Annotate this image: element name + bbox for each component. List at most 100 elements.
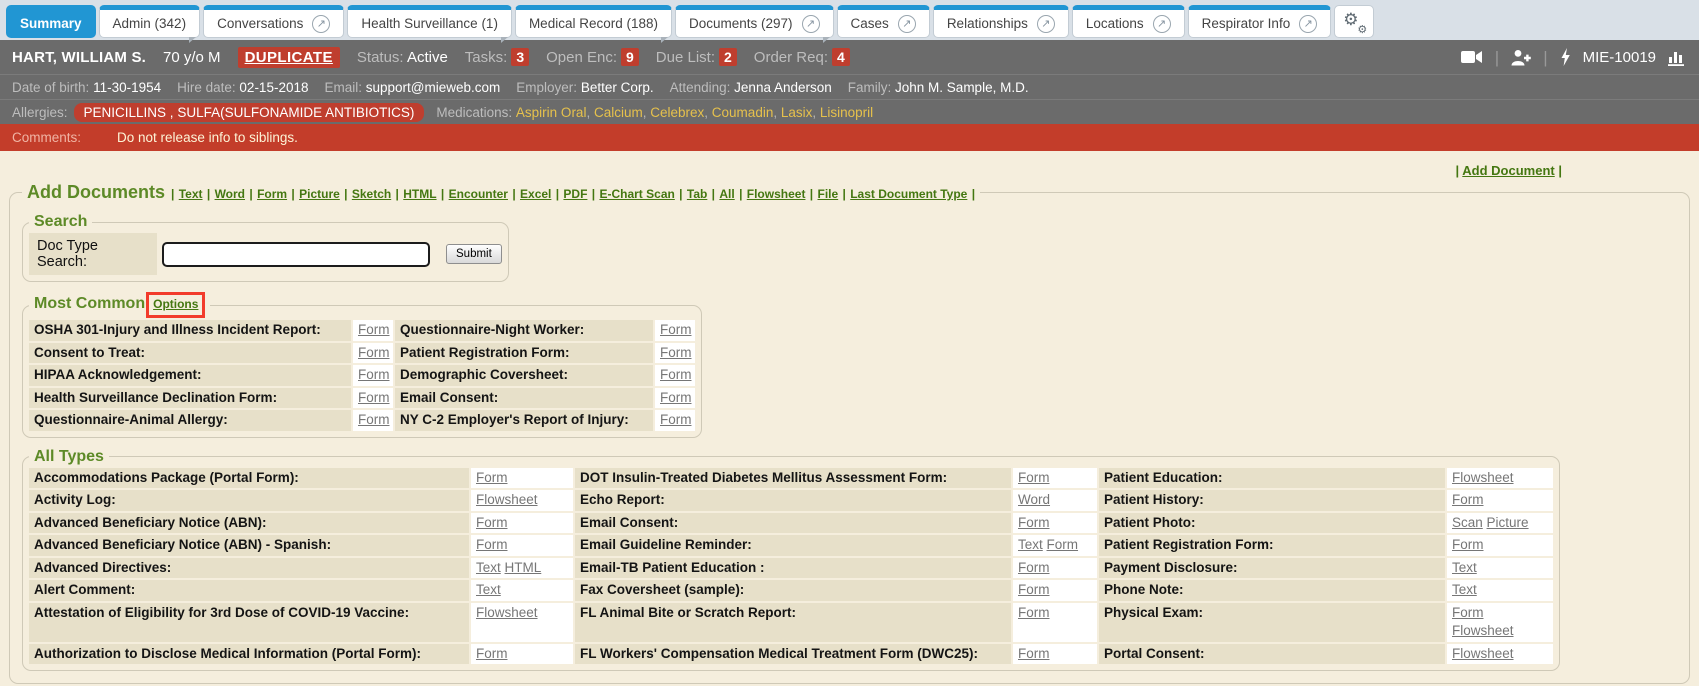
add-document-add-document[interactable]: Add Document (1462, 163, 1554, 178)
create-link-form[interactable]: Form (1452, 537, 1484, 552)
create-link-form[interactable]: Form (358, 390, 390, 405)
create-link-form[interactable]: Form (476, 646, 508, 661)
doc-type-link-sketch[interactable]: Sketch (352, 187, 391, 201)
tab-conversations[interactable]: Conversations↗ (203, 5, 344, 38)
separator: | (171, 187, 178, 201)
create-link-picture[interactable]: Picture (1487, 515, 1529, 530)
create-link-word[interactable]: Word (1018, 492, 1050, 507)
medication-item[interactable]: Lisinopril (820, 105, 873, 120)
create-link-form[interactable]: Form (1018, 646, 1050, 661)
create-link-form[interactable]: Form (660, 322, 692, 337)
medication-item[interactable]: Coumadin (712, 105, 774, 120)
separator: | (291, 187, 298, 201)
external-link-icon[interactable]: ↗ (898, 15, 916, 33)
doc-type-link-e-chart-scan[interactable]: E-Chart Scan (599, 187, 674, 201)
open-enc-badge[interactable]: 9 (621, 48, 639, 66)
doc-type-link-excel[interactable]: Excel (520, 187, 551, 201)
create-link-text[interactable]: Text (476, 582, 501, 597)
tab-documents[interactable]: Documents (297)↗ (675, 5, 834, 38)
create-link-form[interactable]: Form (1018, 605, 1050, 620)
doc-type-link-pdf[interactable]: PDF (563, 187, 587, 201)
doc-type-link-word[interactable]: Word (215, 187, 245, 201)
due-list-badge[interactable]: 2 (719, 48, 737, 66)
create-link-scan[interactable]: Scan (1452, 515, 1483, 530)
options-link[interactable]: Options (153, 297, 198, 311)
create-link-form[interactable]: Form (1018, 470, 1050, 485)
doc-type-link-text[interactable]: Text (179, 187, 203, 201)
tab-relationships[interactable]: Relationships↗ (933, 5, 1069, 38)
video-call-icon[interactable] (1461, 50, 1483, 64)
doc-type-label: Fax Coversheet (sample): (575, 580, 1011, 601)
doc-type-link-html[interactable]: HTML (403, 187, 436, 201)
create-link-form[interactable]: Form (1018, 582, 1050, 597)
quick-action-bolt-icon[interactable] (1560, 48, 1571, 66)
tab-locations[interactable]: Locations↗ (1072, 5, 1185, 38)
chart-stats-icon[interactable] (1668, 49, 1687, 66)
create-link-form[interactable]: Form (476, 537, 508, 552)
create-link-form[interactable]: Form (358, 412, 390, 427)
tasks-badge[interactable]: 3 (511, 48, 529, 66)
tab-health-surveillance[interactable]: Health Surveillance (1) (347, 5, 512, 38)
all-types-section: All Types Accommodations Package (Portal… (22, 448, 1560, 672)
tab-summary[interactable]: Summary (6, 5, 96, 38)
external-link-icon[interactable]: ↗ (312, 15, 330, 33)
doc-type-link-encounter[interactable]: Encounter (449, 187, 508, 201)
tab-respirator-info[interactable]: Respirator Info↗ (1188, 5, 1332, 38)
create-link-text[interactable]: Text (1452, 582, 1477, 597)
create-link-form[interactable]: Form (660, 390, 692, 405)
create-link-form[interactable]: Form (358, 345, 390, 360)
doc-type-link-form[interactable]: Form (257, 187, 287, 201)
create-link-text[interactable]: Text (1452, 560, 1477, 575)
doc-type-link-last-document-type[interactable]: Last Document Type (850, 187, 967, 201)
tab-cases[interactable]: Cases ↗ (837, 5, 930, 38)
medication-item[interactable]: Lasix (781, 105, 813, 120)
medication-item[interactable]: Celebrex (650, 105, 704, 120)
create-link-form[interactable]: Form (476, 470, 508, 485)
medication-item[interactable]: Aspirin Oral (516, 105, 587, 120)
doc-type-link-flowsheet[interactable]: Flowsheet (747, 187, 806, 201)
add-user-icon[interactable] (1511, 49, 1531, 66)
create-link-flowsheet[interactable]: Flowsheet (476, 605, 538, 620)
doc-type-link-all[interactable]: All (719, 187, 734, 201)
create-link-text[interactable]: Text (1018, 537, 1043, 552)
create-link-form[interactable]: Form (660, 345, 692, 360)
create-link-flowsheet[interactable]: Flowsheet (476, 492, 538, 507)
allergies-value[interactable]: PENICILLINS , SULFA(SULFONAMIDE ANTIBIOT… (74, 103, 425, 122)
create-link-form[interactable]: Form (1018, 515, 1050, 530)
medication-item[interactable]: Calcium (594, 105, 643, 120)
create-link-html[interactable]: HTML (505, 560, 542, 575)
doc-type-label: Questionnaire-Animal Allergy: (29, 410, 351, 431)
external-link-icon[interactable]: ↗ (1037, 15, 1055, 33)
external-link-icon[interactable]: ↗ (802, 15, 820, 33)
order-req-badge[interactable]: 4 (832, 48, 850, 66)
create-link-flowsheet[interactable]: Flowsheet (1452, 646, 1514, 661)
doc-type-link-tab[interactable]: Tab (687, 187, 707, 201)
create-link-text[interactable]: Text (476, 560, 501, 575)
doc-type-link-picture[interactable]: Picture (299, 187, 340, 201)
tab-admin[interactable]: Admin (342) (99, 5, 201, 38)
create-link-flowsheet[interactable]: Flowsheet (1452, 623, 1514, 638)
submit-button[interactable]: Submit (446, 244, 502, 264)
order-req-field: Order Req:4 (754, 49, 850, 66)
external-link-icon[interactable]: ↗ (1153, 15, 1171, 33)
duplicate-flag[interactable]: DUPLICATE (238, 47, 340, 68)
doc-type-link-file[interactable]: File (818, 187, 839, 201)
tab-medical-record[interactable]: Medical Record (188) (515, 5, 672, 38)
create-link-form[interactable]: Form (1452, 605, 1484, 620)
tab-settings[interactable]: ⚙⚙ (1334, 5, 1374, 38)
create-link-flowsheet[interactable]: Flowsheet (1452, 470, 1514, 485)
create-link-form[interactable]: Form (1452, 492, 1484, 507)
create-link-form[interactable]: Form (1047, 537, 1079, 552)
create-link-form[interactable]: Form (1018, 560, 1050, 575)
doc-type-label: DOT Insulin-Treated Diabetes Mellitus As… (575, 468, 1011, 489)
create-link-form[interactable]: Form (358, 322, 390, 337)
create-link-form[interactable]: Form (476, 515, 508, 530)
doc-type-search-input[interactable] (162, 242, 430, 267)
tab-label: Cases (851, 16, 889, 31)
separator: | (712, 187, 719, 201)
allergies-medications-bar: Allergies: PENICILLINS , SULFA(SULFONAMI… (0, 99, 1699, 124)
create-link-form[interactable]: Form (358, 367, 390, 382)
create-link-form[interactable]: Form (660, 367, 692, 382)
external-link-icon[interactable]: ↗ (1299, 15, 1317, 33)
create-link-form[interactable]: Form (660, 412, 692, 427)
